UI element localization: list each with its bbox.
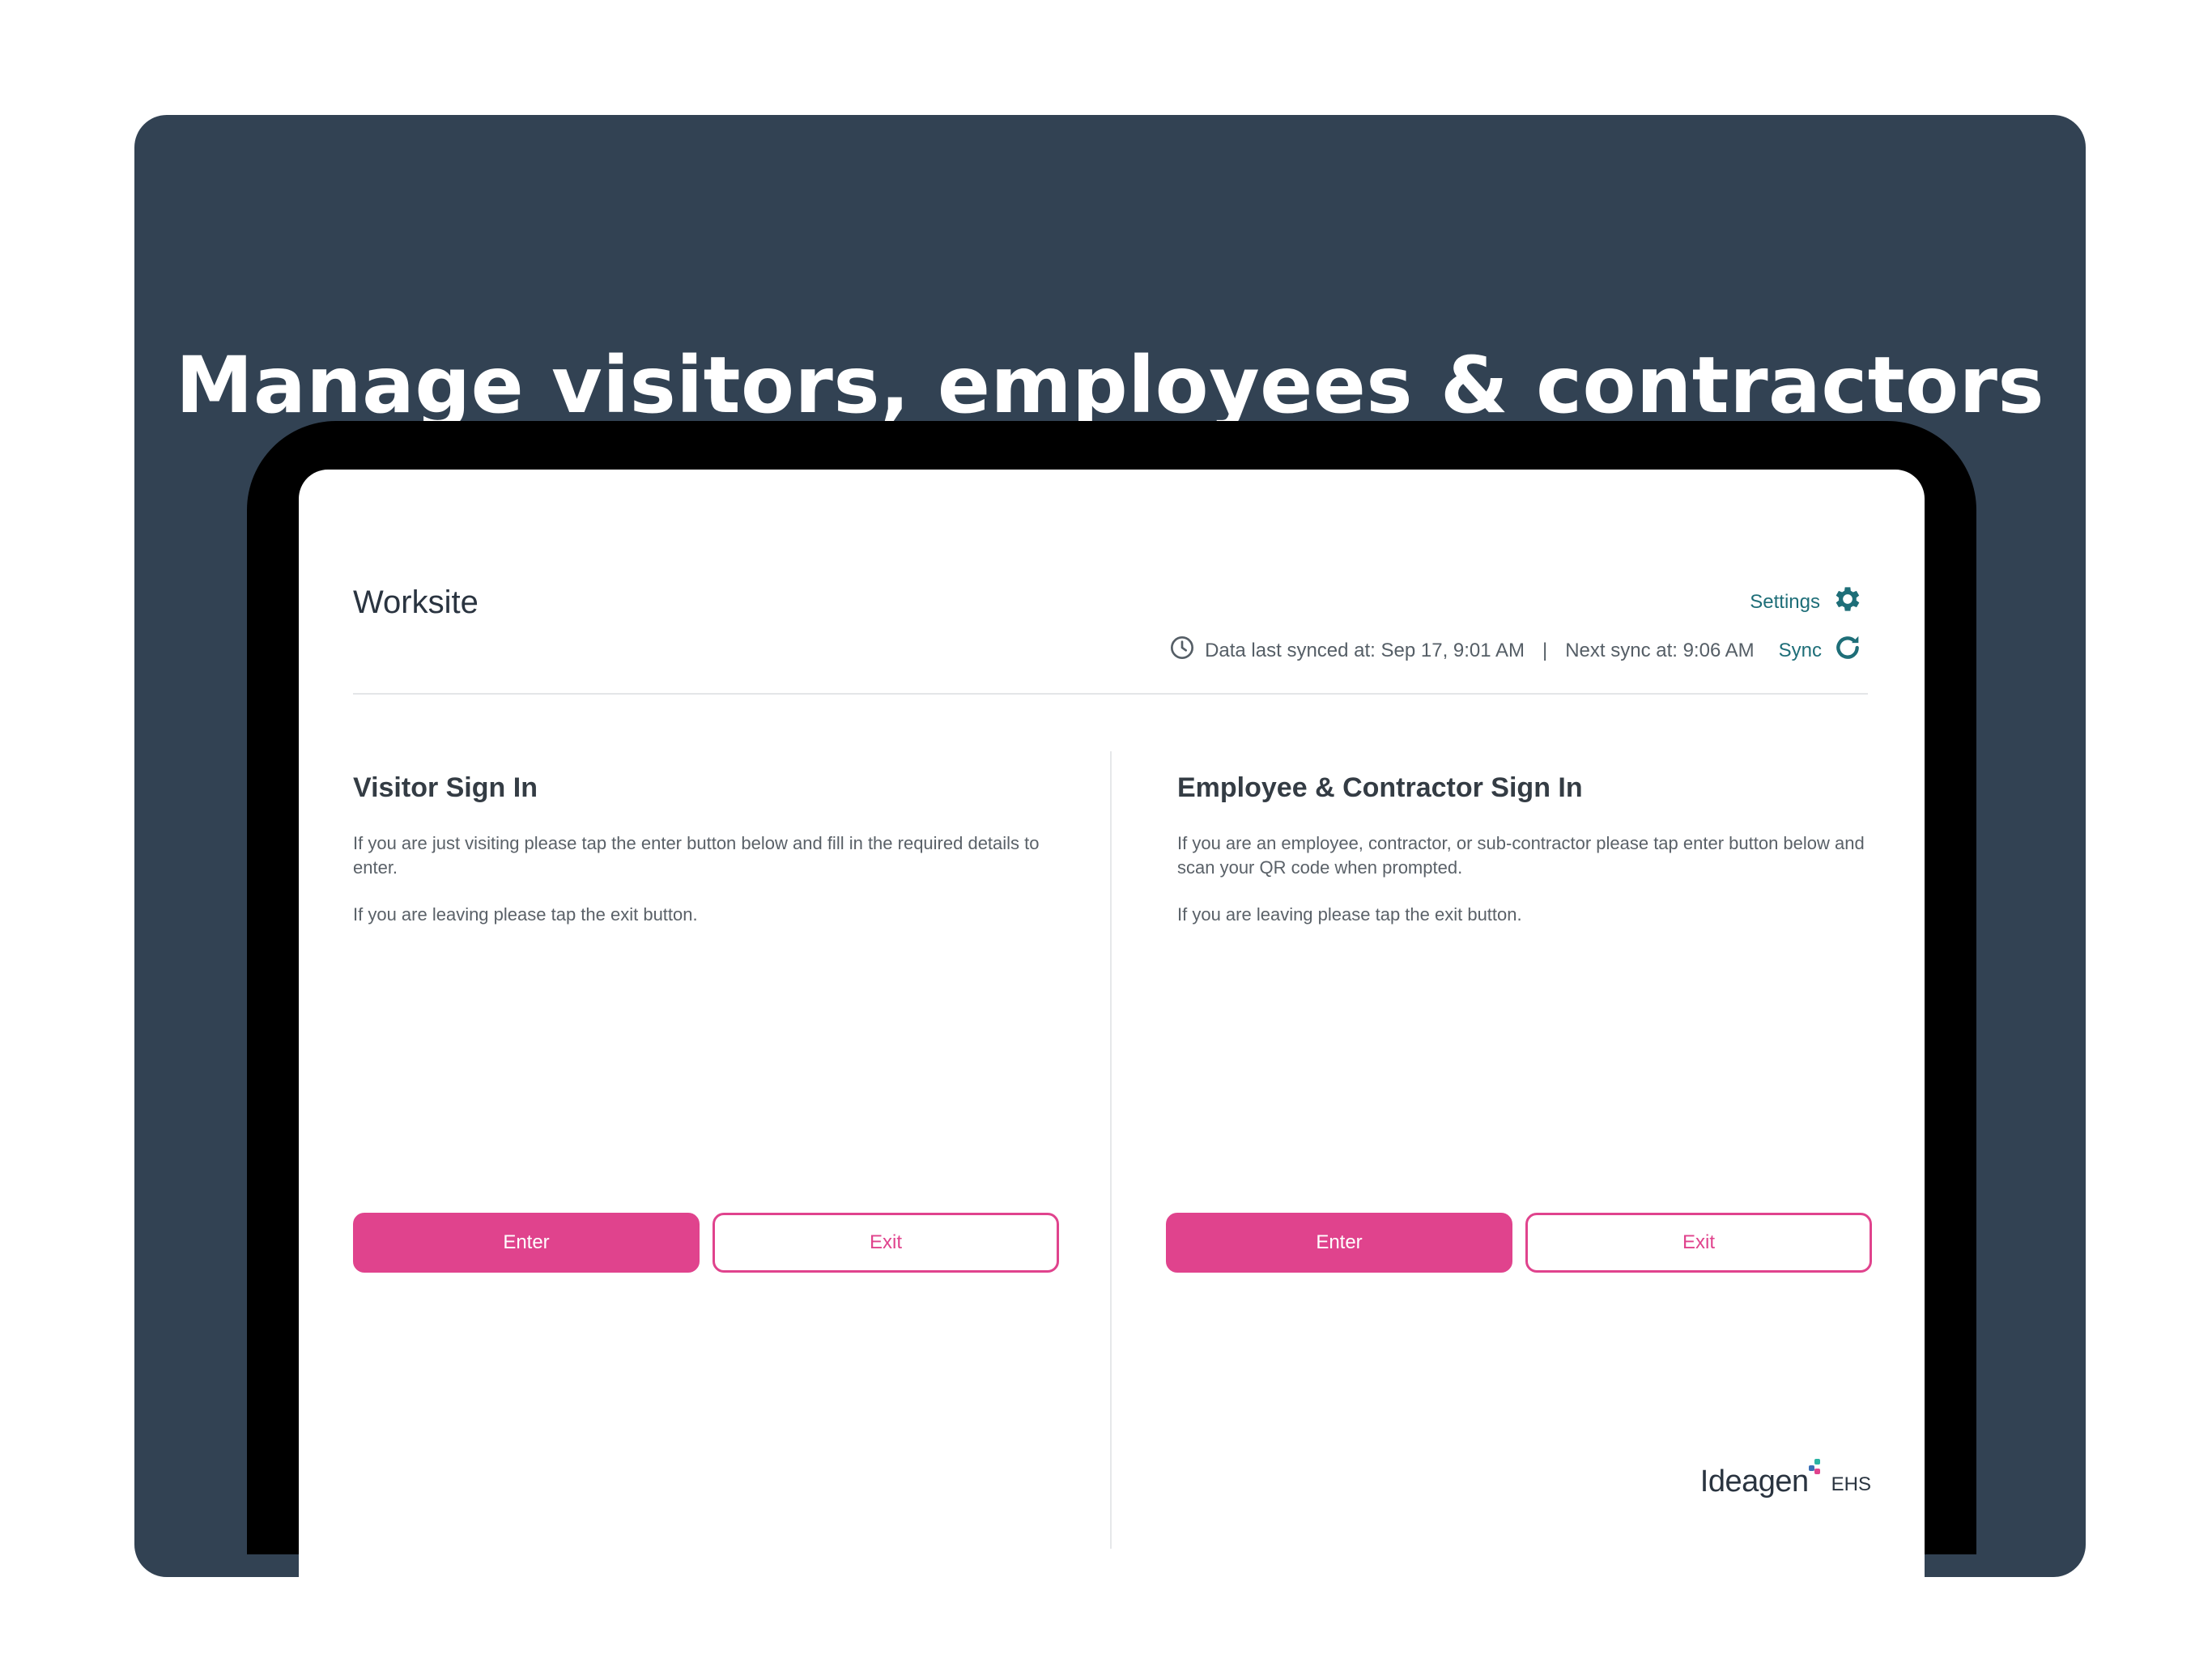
ideagen-logo: Ideagen EHS: [1700, 1459, 1871, 1499]
employee-panel: Employee & Contractor Sign In If you are…: [1177, 761, 1890, 950]
sync-button[interactable]: Sync: [1779, 640, 1822, 662]
employee-actions: Enter Exit: [1166, 1213, 1872, 1273]
last-synced-text: Data last synced at: Sep 17, 9:01 AM: [1205, 639, 1525, 661]
employee-title: Employee & Contractor Sign In: [1177, 772, 1583, 803]
visitor-actions: Enter Exit: [353, 1213, 1059, 1273]
visitor-exit-hint: If you are leaving please tap the exit b…: [353, 904, 698, 925]
header-divider: [353, 693, 1868, 695]
settings-button[interactable]: Settings: [1750, 583, 1864, 621]
employee-description: If you are an employee, contractor, or s…: [1177, 833, 1865, 878]
banner-headline: Manage visitors, employees & contractors: [175, 340, 2045, 431]
logo-brand: Ideagen: [1699, 1465, 1809, 1499]
refresh-icon[interactable]: [1831, 631, 1864, 670]
sync-status-bar: Data last synced at: Sep 17, 9:01 AM | N…: [1169, 631, 1864, 670]
visitor-description: If you are just visiting please tap the …: [353, 833, 1040, 878]
employee-enter-button[interactable]: Enter: [1166, 1213, 1512, 1273]
logo-mark-icon: [1808, 1459, 1823, 1483]
visitor-exit-button[interactable]: Exit: [713, 1213, 1059, 1273]
clock-icon: [1169, 635, 1195, 666]
visitor-enter-button[interactable]: Enter: [353, 1213, 700, 1273]
logo-suffix: EHS: [1831, 1473, 1871, 1495]
visitor-panel: Visitor Sign In If you are just visiting…: [353, 761, 1066, 950]
column-divider: [1110, 751, 1112, 1549]
employee-exit-hint: If you are leaving please tap the exit b…: [1177, 904, 1522, 925]
employee-exit-button[interactable]: Exit: [1525, 1213, 1872, 1273]
visitor-title: Visitor Sign In: [353, 772, 538, 803]
settings-label: Settings: [1750, 590, 1820, 613]
app-screen: Worksite Settings Data last synced at: S…: [299, 470, 1925, 1577]
next-sync-text: Next sync at: 9:06 AM: [1565, 639, 1755, 661]
gear-icon: [1831, 583, 1864, 621]
site-title: Worksite: [353, 585, 479, 620]
sync-separator: |: [1542, 639, 1548, 661]
